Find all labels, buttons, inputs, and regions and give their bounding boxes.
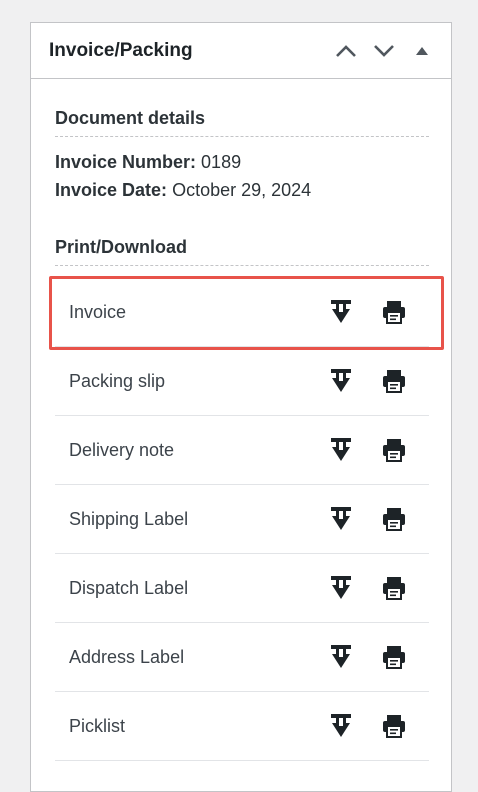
invoice-number-label: Invoice Number:	[55, 152, 197, 172]
download-packing-slip-button[interactable]	[328, 367, 354, 395]
download-icon	[331, 576, 351, 599]
download-icon	[331, 369, 351, 392]
document-label: Picklist	[69, 715, 126, 736]
download-address-label-button[interactable]	[328, 643, 354, 671]
print-icon	[383, 301, 405, 324]
document-row-dispatch-label: Dispatch Label	[55, 554, 429, 623]
print-delivery-note-button[interactable]	[381, 436, 407, 464]
print-dispatch-label-button[interactable]	[381, 574, 407, 602]
invoice-number-value: 0189	[201, 152, 242, 172]
invoice-date-value: October 29, 2024	[172, 180, 312, 200]
print-shipping-label-button[interactable]	[381, 505, 407, 533]
triangle-up-icon	[416, 46, 428, 55]
panel-title: Invoice/Packing	[49, 39, 193, 61]
document-row-picklist: Picklist	[55, 692, 429, 761]
document-label: Delivery note	[69, 439, 175, 460]
print-packing-slip-button[interactable]	[381, 367, 407, 395]
download-icon	[331, 714, 351, 737]
invoice-packing-panel: Invoice/Packing Document details Invoice…	[30, 22, 452, 792]
print-icon	[383, 508, 405, 531]
invoice-number-line: Invoice Number: 0189	[55, 148, 429, 176]
print-address-label-button[interactable]	[381, 643, 407, 671]
print-icon	[383, 715, 405, 738]
download-delivery-note-button[interactable]	[328, 436, 354, 464]
print-icon	[383, 577, 405, 600]
toggle-panel-button[interactable]	[403, 31, 441, 71]
document-row-packing-slip: Packing slip	[55, 347, 429, 416]
print-picklist-button[interactable]	[381, 712, 407, 740]
print-icon	[383, 646, 405, 669]
invoice-date-line: Invoice Date: October 29, 2024	[55, 176, 429, 204]
invoice-date-label: Invoice Date:	[55, 180, 168, 200]
document-label: Shipping Label	[69, 508, 189, 529]
document-label: Packing slip	[69, 370, 166, 391]
chevron-down-icon	[374, 44, 394, 57]
download-invoice-button[interactable]	[328, 298, 354, 326]
document-details: Invoice Number: 0189 Invoice Date: Octob…	[55, 148, 429, 204]
document-row-shipping-label: Shipping Label	[55, 485, 429, 554]
download-icon	[331, 645, 351, 668]
document-label: Address Label	[69, 646, 185, 667]
download-shipping-label-button[interactable]	[328, 505, 354, 533]
download-picklist-button[interactable]	[328, 712, 354, 740]
document-row-delivery-note: Delivery note	[55, 416, 429, 485]
panel-header: Invoice/Packing	[31, 23, 451, 79]
download-dispatch-label-button[interactable]	[328, 574, 354, 602]
print-download-heading: Print/Download	[55, 237, 429, 266]
document-label: Dispatch Label	[69, 577, 189, 598]
document-row-address-label: Address Label	[55, 623, 429, 692]
move-up-button[interactable]	[327, 31, 365, 71]
document-label: Invoice	[69, 301, 127, 322]
download-icon	[331, 438, 351, 461]
chevron-up-icon	[336, 44, 356, 57]
print-icon	[383, 439, 405, 462]
document-details-heading: Document details	[55, 108, 429, 137]
move-down-button[interactable]	[365, 31, 403, 71]
print-icon	[383, 370, 405, 393]
document-row-invoice: Invoice	[55, 278, 429, 347]
download-icon	[331, 507, 351, 530]
document-list: Invoice Packing slip Delivery note Shipp…	[55, 278, 429, 761]
print-invoice-button[interactable]	[381, 298, 407, 326]
download-icon	[331, 300, 351, 323]
